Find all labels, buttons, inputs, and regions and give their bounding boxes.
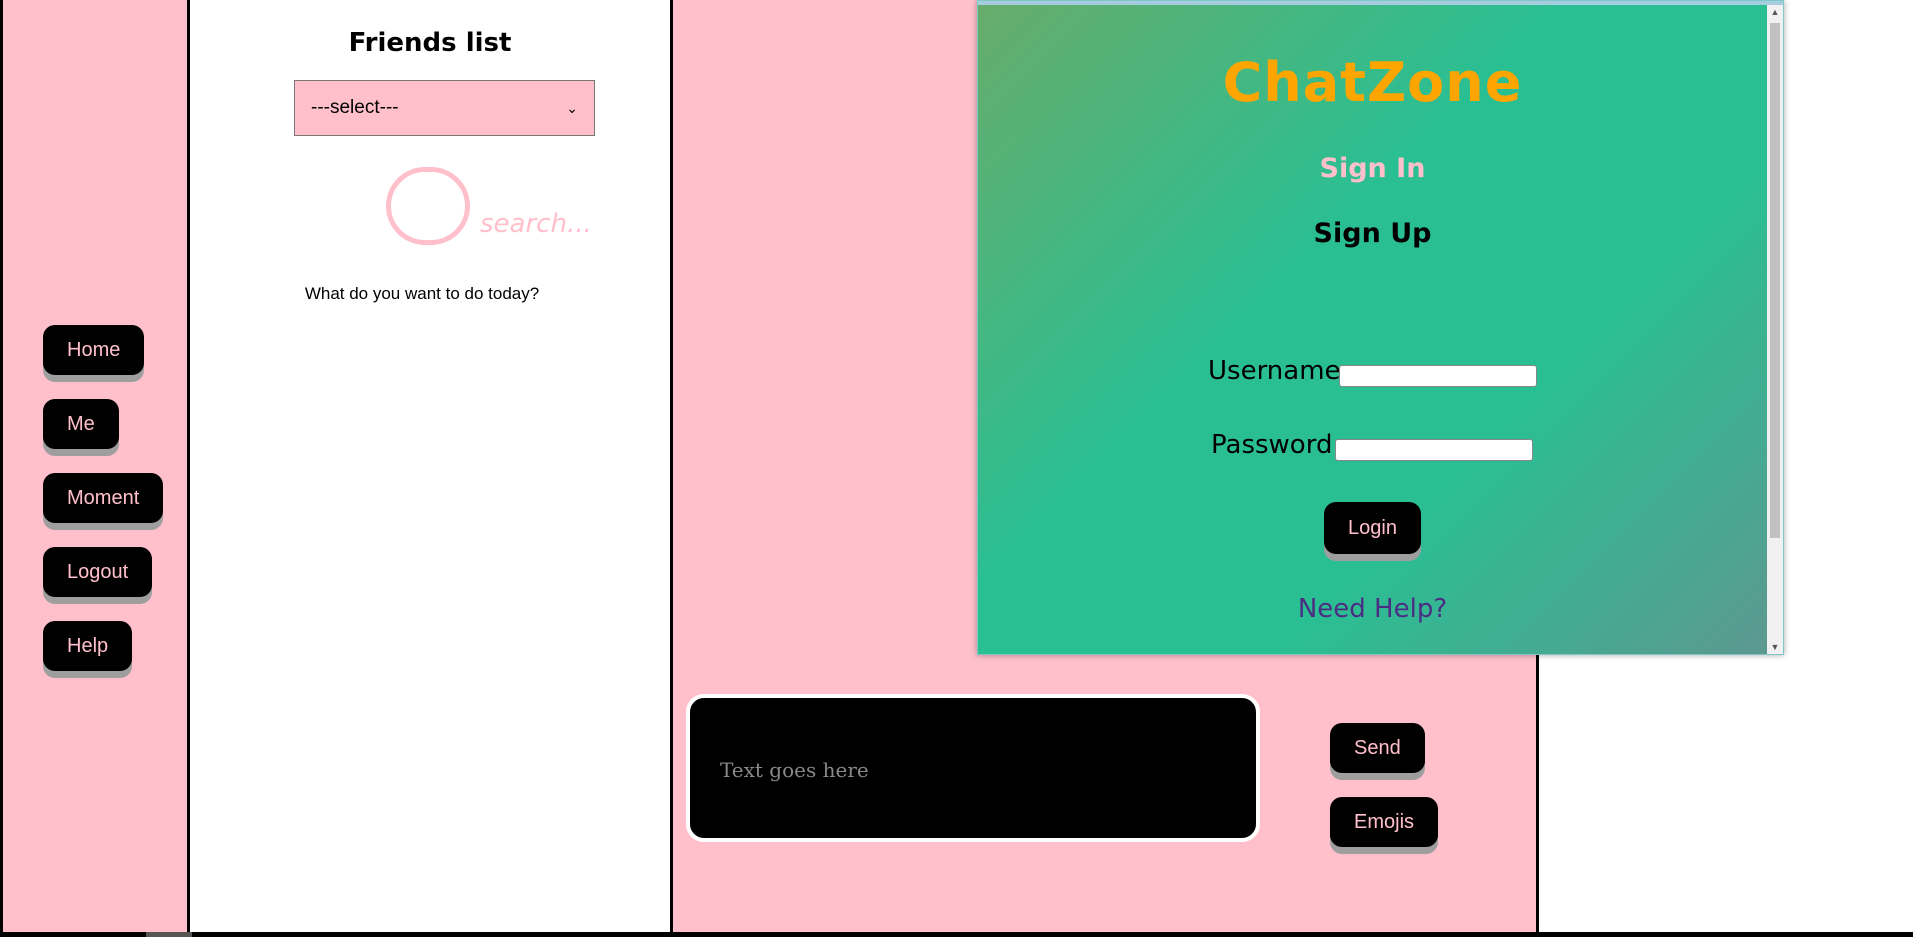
- friends-select[interactable]: ---select--- ⌄: [294, 80, 595, 136]
- chevron-down-icon: ⌄: [566, 99, 578, 116]
- login-window-topbar: [978, 1, 1783, 5]
- side-nav: Home Me Moment Logout Help: [0, 0, 190, 932]
- friends-panel: Friends list ---select--- ⌄ search... Wh…: [190, 0, 673, 932]
- password-label: Password: [1211, 430, 1333, 460]
- emojis-button[interactable]: Emojis: [1330, 797, 1439, 847]
- nav-help-button[interactable]: Help: [43, 621, 133, 671]
- scroll-down-icon[interactable]: ▼: [1767, 640, 1783, 654]
- need-help-link[interactable]: Need Help?: [978, 594, 1767, 624]
- sign-up-tab[interactable]: Sign Up: [978, 218, 1767, 249]
- brand-logo: ChatZone: [1222, 51, 1523, 114]
- scrollbar-thumb[interactable]: [1770, 23, 1780, 538]
- login-button[interactable]: Login: [1324, 502, 1421, 554]
- page-scrollbar-thumb[interactable]: [146, 932, 192, 937]
- login-scrollbar[interactable]: ▲ ▼: [1767, 5, 1783, 654]
- login-window: ChatZone Sign In Sign Up Username Passwo…: [977, 0, 1784, 655]
- friends-select-value: ---select---: [311, 97, 399, 118]
- scroll-up-icon[interactable]: ▲: [1767, 5, 1783, 19]
- password-field[interactable]: [1335, 439, 1533, 461]
- username-field[interactable]: [1339, 365, 1537, 387]
- message-input[interactable]: Text goes here: [686, 694, 1260, 842]
- nav-moment-button[interactable]: Moment: [43, 473, 164, 523]
- sign-in-tab[interactable]: Sign In: [978, 153, 1767, 184]
- friends-list-title: Friends list: [348, 28, 512, 58]
- search-placeholder[interactable]: search...: [480, 209, 592, 239]
- search-circle[interactable]: [386, 167, 470, 245]
- page-bottom-scrollbar[interactable]: [0, 932, 1913, 937]
- send-button[interactable]: Send: [1330, 723, 1425, 773]
- nav-me-button[interactable]: Me: [43, 399, 119, 449]
- message-placeholder: Text goes here: [720, 758, 869, 782]
- nav-home-button[interactable]: Home: [43, 325, 145, 375]
- today-prompt: What do you want to do today?: [304, 284, 540, 303]
- nav-logout-button[interactable]: Logout: [43, 547, 153, 597]
- username-label: Username: [1208, 356, 1341, 386]
